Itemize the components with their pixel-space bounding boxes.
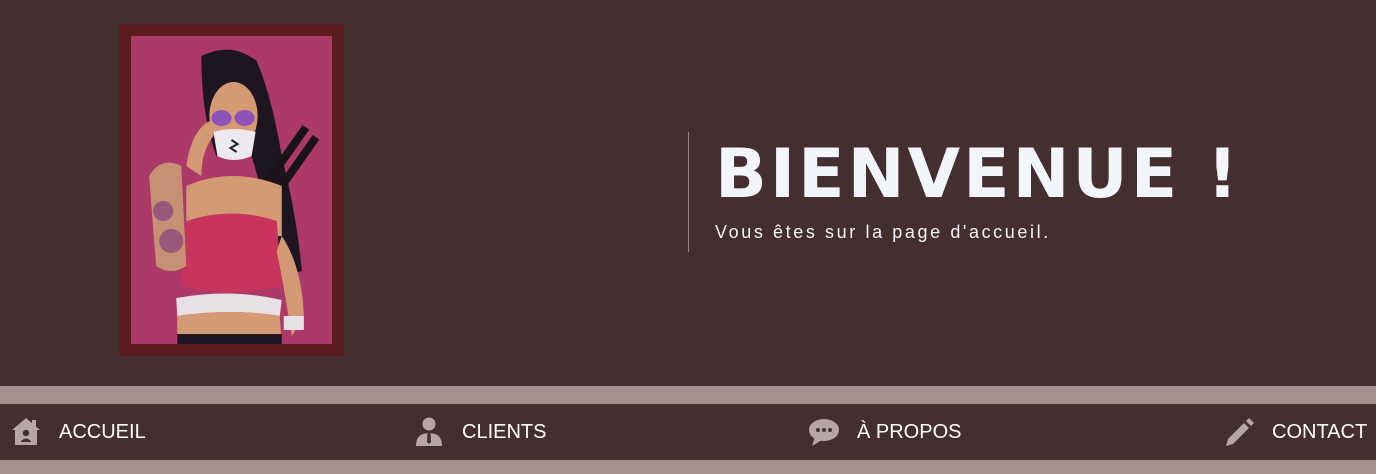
- hero-section: BIENVENUE ! Vous êtes sur la page d'accu…: [0, 0, 1376, 386]
- nav-item-a-propos[interactable]: À PROPOS: [807, 404, 961, 460]
- nav-item-accueil[interactable]: ACCUEIL: [9, 404, 146, 460]
- pencil-icon: [1222, 415, 1256, 449]
- nav-label-a-propos: À PROPOS: [857, 420, 962, 443]
- nav-item-contact[interactable]: CONTACT: [1222, 404, 1367, 460]
- nav-label-accueil: ACCUEIL: [59, 420, 146, 443]
- chat-icon: [807, 415, 841, 449]
- portrait-image: [131, 36, 332, 344]
- page-subtitle: Vous êtes sur la page d'accueil.: [715, 222, 1051, 242]
- page-title: BIENVENUE !: [715, 135, 1241, 214]
- welcome-block: BIENVENUE ! Vous êtes sur la page d'accu…: [688, 132, 1241, 252]
- nav-label-clients: CLIENTS: [462, 420, 547, 443]
- nav-label-contact: CONTACT: [1272, 420, 1368, 443]
- home-icon: [9, 415, 43, 449]
- portrait-frame: [119, 24, 344, 356]
- main-navigation: ACCUEIL CLIENTS À PROPOS CONTACT: [0, 404, 1376, 460]
- nav-item-clients[interactable]: CLIENTS: [412, 404, 546, 460]
- nav-bottom-band: [0, 460, 1376, 474]
- portrait-illustration: [131, 36, 332, 344]
- nav-top-band: [0, 386, 1376, 404]
- user-icon: [412, 415, 446, 449]
